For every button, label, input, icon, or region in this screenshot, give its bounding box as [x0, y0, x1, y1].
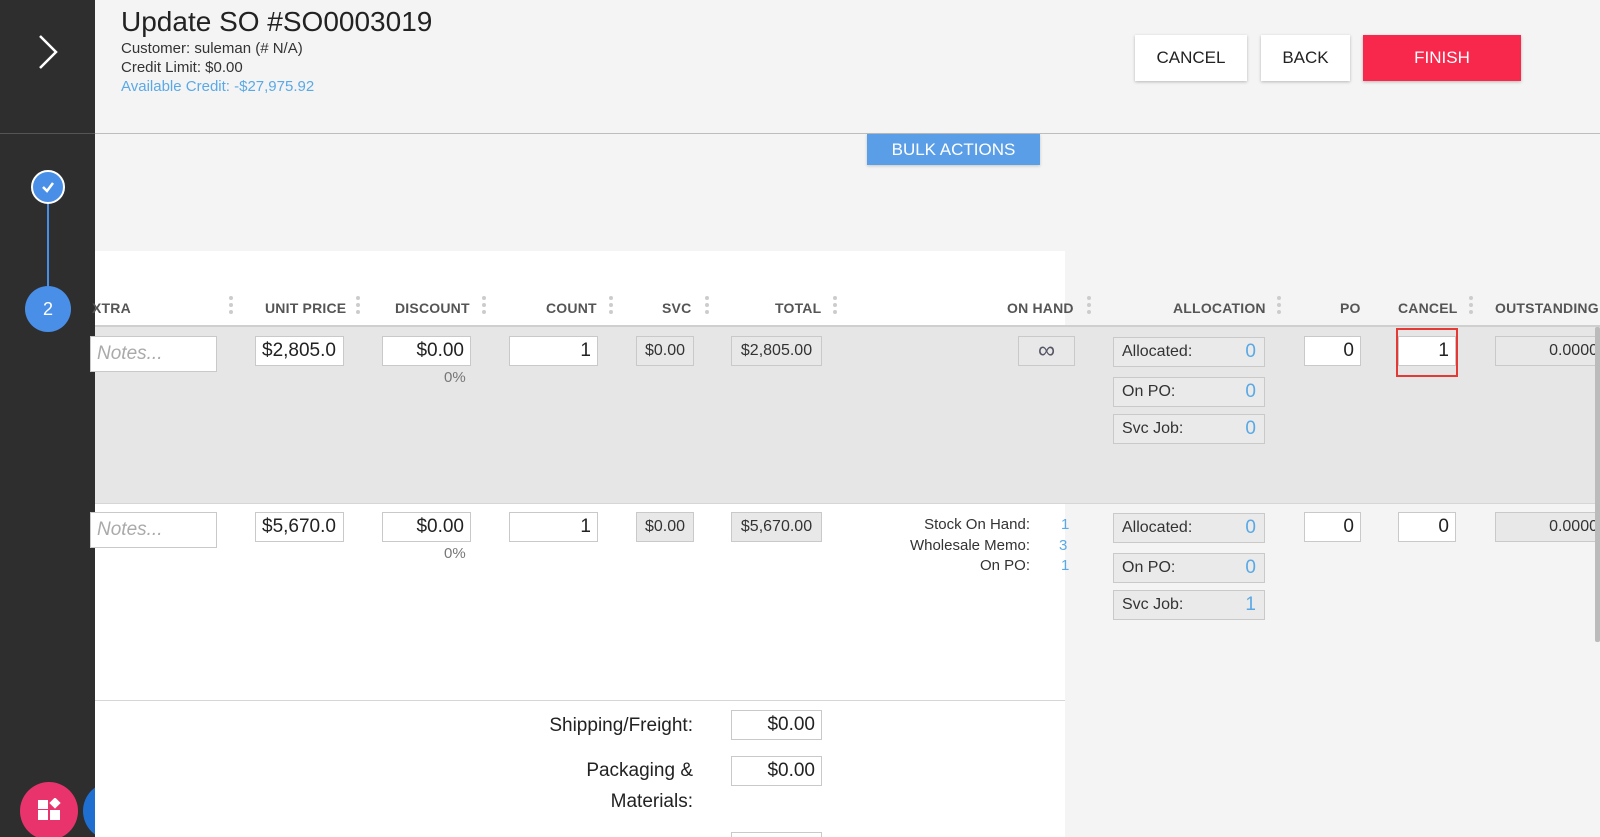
on-po-field[interactable]: On PO: 0	[1113, 553, 1265, 583]
count-input[interactable]: 1	[509, 512, 598, 542]
apps-button[interactable]	[20, 782, 78, 837]
svc-job-field[interactable]: Svc Job: 0	[1113, 414, 1265, 444]
column-resize-handle[interactable]	[705, 296, 709, 318]
svc-job-value[interactable]: 0	[1245, 418, 1256, 440]
left-rail: 2	[0, 0, 95, 837]
column-resize-handle[interactable]	[833, 296, 837, 318]
col-header-on-hand[interactable]: ON HAND	[1007, 300, 1074, 316]
column-resize-handle[interactable]	[609, 296, 613, 318]
col-header-discount[interactable]: DISCOUNT	[395, 300, 470, 316]
allocated-value[interactable]: 0	[1245, 517, 1256, 539]
total-value: $5,670.00	[731, 512, 822, 542]
check-icon	[42, 182, 54, 193]
bulk-actions-button[interactable]: BULK ACTIONS	[867, 134, 1040, 165]
step-1-complete[interactable]	[31, 170, 65, 204]
shipping-input[interactable]: $0.00	[731, 710, 822, 740]
total-value: $2,805.00	[731, 336, 822, 366]
svc-value: $0.00	[636, 336, 694, 366]
col-header-count[interactable]: COUNT	[546, 300, 597, 316]
credit-limit: Credit Limit: $0.00	[121, 59, 243, 76]
col-header-cancel[interactable]: CANCEL	[1398, 300, 1458, 316]
col-header-svc[interactable]: SVC	[662, 300, 691, 316]
packaging-label-line1: Packaging &	[586, 760, 693, 781]
step-connector	[47, 204, 49, 286]
header-divider	[95, 325, 1600, 327]
expand-chevron-icon[interactable]	[36, 32, 60, 72]
col-header-total[interactable]: TOTAL	[775, 300, 821, 316]
customer-info: Customer: suleman (# N/A)	[121, 40, 303, 57]
column-resize-handle[interactable]	[1469, 296, 1473, 318]
stock-on-hand-value[interactable]: 1	[1061, 516, 1069, 533]
shipping-label: Shipping/Freight:	[549, 715, 693, 736]
packaging-label-line2: Materials:	[610, 791, 693, 812]
svc-job-value[interactable]: 1	[1245, 594, 1256, 616]
available-credit[interactable]: Available Credit: -$27,975.92	[121, 78, 314, 95]
wholesale-memo-value[interactable]: 3	[1059, 537, 1067, 554]
count-input[interactable]: 1	[509, 336, 598, 366]
packaging-input[interactable]: $0.00	[731, 756, 822, 786]
column-resize-handle[interactable]	[229, 296, 233, 318]
page-title: Update SO #SO0003019	[121, 6, 433, 37]
rail-divider	[0, 133, 95, 134]
discount-percent: 0%	[444, 369, 466, 386]
column-resize-handle[interactable]	[1087, 296, 1091, 318]
unit-price-input[interactable]: $2,805.0	[255, 336, 344, 366]
wholesale-memo-label: Wholesale Memo:	[909, 537, 1030, 554]
allocated-value[interactable]: 0	[1245, 341, 1256, 363]
po-input[interactable]: 0	[1304, 512, 1361, 542]
svc-value: $0.00	[636, 512, 694, 542]
stock-on-hand-label: Stock On Hand:	[924, 516, 1030, 533]
allocated-label: Allocated:	[1122, 519, 1193, 536]
page-header: Update SO #SO0003019 Customer: suleman (…	[95, 0, 1600, 134]
vertical-scrollbar[interactable]	[1595, 327, 1600, 642]
step-2-current[interactable]: 2	[25, 286, 71, 332]
notes-input[interactable]: Notes...	[90, 336, 217, 372]
column-resize-handle[interactable]	[356, 296, 360, 318]
next-total-input[interactable]	[731, 832, 822, 837]
cancel-button[interactable]: CANCEL	[1135, 35, 1247, 81]
notes-input[interactable]: Notes...	[90, 512, 217, 548]
discount-input[interactable]: $0.00	[382, 512, 471, 542]
outstanding-value: 0.0000	[1495, 512, 1600, 542]
cancel-input-highlight	[1396, 328, 1458, 377]
on-po-value[interactable]: 0	[1245, 381, 1256, 403]
allocated-label: Allocated:	[1122, 343, 1193, 360]
on-po-stock-label: On PO:	[979, 557, 1030, 574]
allocated-field[interactable]: Allocated: 0	[1113, 513, 1265, 543]
col-header-extra[interactable]: XTRA	[92, 300, 131, 316]
on-po-field[interactable]: On PO: 0	[1113, 377, 1265, 407]
col-header-unit-price[interactable]: UNIT PRICE	[265, 300, 346, 316]
discount-input[interactable]: $0.00	[382, 336, 471, 366]
on-po-stock-value[interactable]: 1	[1061, 557, 1069, 574]
on-po-value[interactable]: 0	[1245, 557, 1256, 579]
footer-divider	[95, 700, 1065, 701]
discount-percent: 0%	[444, 545, 466, 562]
outstanding-value: 0.0000	[1495, 336, 1600, 366]
cancel-qty-input[interactable]: 0	[1398, 512, 1456, 542]
svc-job-label: Svc Job:	[1122, 420, 1184, 437]
back-button[interactable]: BACK	[1261, 35, 1350, 81]
row-divider	[95, 503, 1600, 504]
po-input[interactable]: 0	[1304, 336, 1361, 366]
svc-job-field[interactable]: Svc Job: 1	[1113, 590, 1265, 620]
finish-button[interactable]: FINISH	[1363, 35, 1521, 81]
column-resize-handle[interactable]	[1277, 296, 1281, 318]
unit-price-input[interactable]: $5,670.0	[255, 512, 344, 542]
on-po-label: On PO:	[1122, 559, 1176, 576]
allocated-field[interactable]: Allocated: 0	[1113, 337, 1265, 367]
on-hand-infinity[interactable]: ∞	[1018, 336, 1075, 366]
apps-grid-icon	[38, 798, 61, 820]
column-resize-handle[interactable]	[482, 296, 486, 318]
col-header-allocation[interactable]: ALLOCATION	[1173, 300, 1266, 316]
on-po-label: On PO:	[1122, 383, 1176, 400]
svc-job-label: Svc Job:	[1122, 596, 1184, 613]
col-header-outstanding[interactable]: OUTSTANDING	[1495, 300, 1599, 316]
col-header-po[interactable]: PO	[1340, 300, 1361, 316]
